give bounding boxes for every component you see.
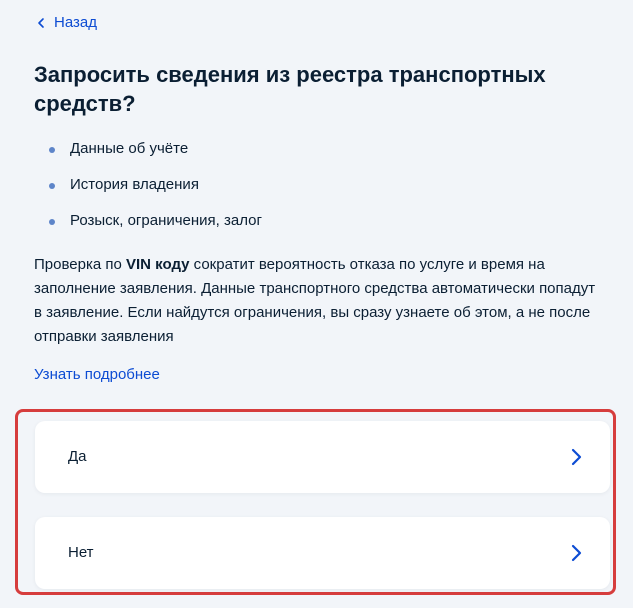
option-yes-label: Да	[68, 448, 87, 465]
learn-more-link[interactable]: Узнать подробнее	[34, 365, 160, 385]
page-title: Запросить сведения из реестра транспортн…	[34, 62, 546, 116]
bullet-dot-icon	[49, 183, 55, 189]
list-item-text: История владения	[70, 176, 199, 193]
description-prefix: Проверка по	[34, 256, 126, 273]
option-no-button[interactable]: Нет	[35, 517, 610, 589]
list-item: Розыск, ограничения, залог	[34, 211, 262, 247]
back-link-label: Назад	[54, 14, 97, 31]
option-yes-button[interactable]: Да	[35, 421, 610, 493]
benefits-list: Данные об учёте История владения Розыск,…	[34, 139, 262, 247]
list-item: История владения	[34, 175, 262, 211]
list-item: Данные об учёте	[34, 139, 262, 175]
chevron-right-icon	[571, 544, 582, 562]
chevron-left-icon	[38, 18, 44, 28]
description-text: Проверка по VIN коду сократит вероятност…	[34, 253, 602, 349]
list-item-text: Данные об учёте	[70, 140, 189, 157]
bullet-dot-icon	[49, 147, 55, 153]
list-item-text: Розыск, ограничения, залог	[70, 212, 262, 229]
bullet-dot-icon	[49, 219, 55, 225]
page: Назад Запросить сведения из реестра тран…	[0, 0, 633, 608]
description-bold: VIN коду	[126, 256, 190, 273]
back-link[interactable]: Назад	[34, 13, 97, 33]
option-no-label: Нет	[68, 544, 94, 561]
answer-options-group: Да Нет	[15, 409, 616, 595]
chevron-right-icon	[571, 448, 582, 466]
